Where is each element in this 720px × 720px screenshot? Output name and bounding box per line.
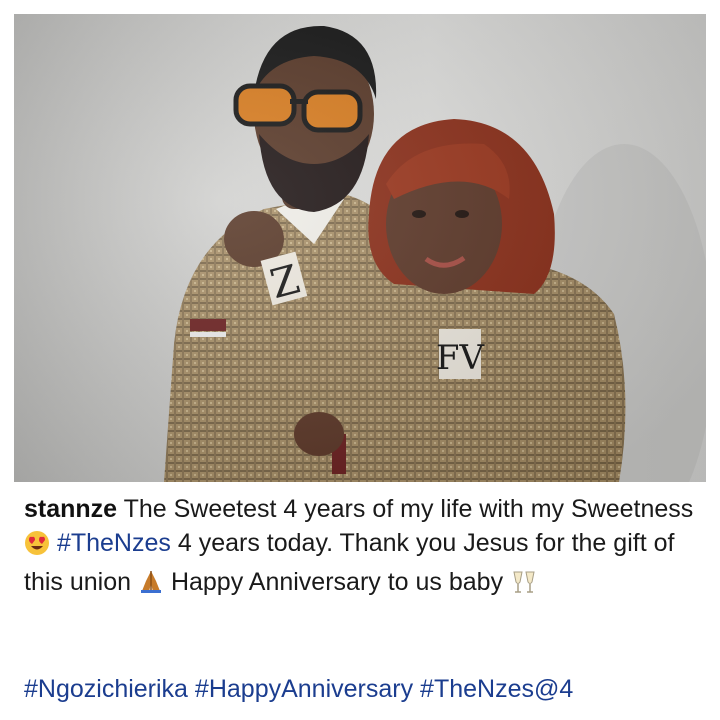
folded-hands-emoji-icon bbox=[138, 569, 164, 604]
clinking-glasses-emoji-icon bbox=[510, 569, 538, 604]
hashtag-thenzes-link[interactable]: #TheNzes bbox=[57, 529, 171, 557]
post-photo[interactable]: Z FV bbox=[14, 14, 706, 482]
caption-text-3: Happy Anniversary to us baby bbox=[170, 568, 504, 596]
post-caption: stannze The Sweetest 4 years of my life … bbox=[24, 492, 700, 604]
username-link[interactable]: stannze bbox=[24, 495, 117, 523]
hashtag-list: #Ngozichierika #HappyAnniversary #TheNze… bbox=[24, 672, 714, 706]
caption-text-1: The Sweetest 4 years of my life with my … bbox=[123, 495, 694, 523]
hashtag-link[interactable]: #HappyAnniversary bbox=[195, 675, 413, 703]
couple-photo-illustration: Z FV bbox=[14, 14, 706, 482]
hashtag-link[interactable]: #Ngozichierika bbox=[24, 675, 188, 703]
heart-eyes-emoji-icon bbox=[24, 530, 50, 565]
hashtag-link[interactable]: #TheNzes@4 bbox=[420, 675, 573, 703]
